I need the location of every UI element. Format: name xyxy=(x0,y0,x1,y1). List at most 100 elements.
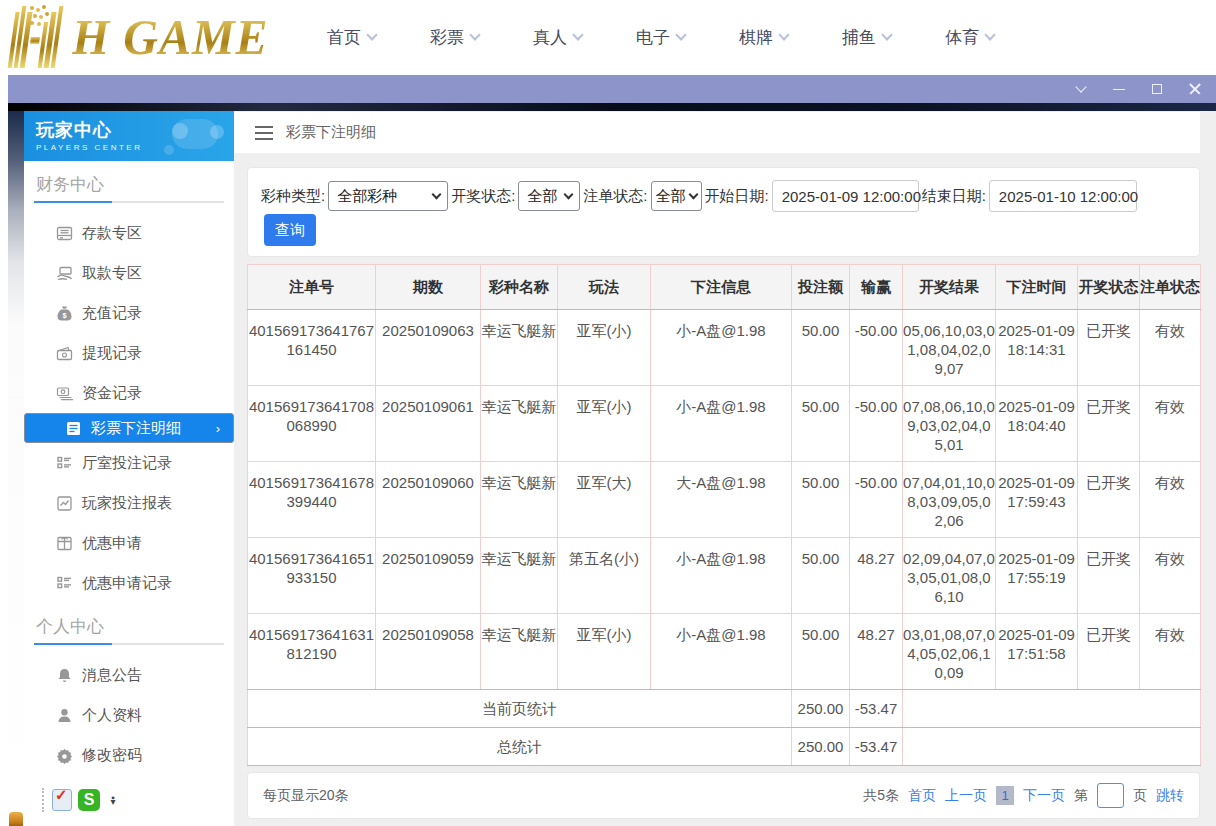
prev-page-link[interactable]: 上一页 xyxy=(945,787,987,805)
chevron-down-icon xyxy=(984,29,995,40)
sidebar-item-label: 资金记录 xyxy=(82,384,142,403)
cashout-record-icon xyxy=(56,345,73,362)
window-dropdown-icon[interactable] xyxy=(1074,82,1088,96)
table-cell: -50.00 xyxy=(850,462,903,538)
sidebar-item[interactable]: 优惠申请记录› xyxy=(24,563,234,603)
bet-status-select[interactable]: 全部 xyxy=(651,181,702,211)
window-controls xyxy=(1074,75,1202,103)
column-header: 玩法 xyxy=(558,265,651,310)
chevron-right-icon: › xyxy=(216,421,220,436)
table-cell: 2025-01-09 18:14:31 xyxy=(996,310,1078,386)
chevron-down-icon xyxy=(881,29,892,40)
table-cell: 已开奖 xyxy=(1078,386,1140,462)
table-row: 40156917364163181219020250109058幸运飞艇新亚军(… xyxy=(248,614,1201,690)
column-header: 输赢 xyxy=(850,265,903,310)
sidebar-item[interactable]: 厅室投注记录› xyxy=(24,443,234,483)
column-header: 注单状态 xyxy=(1140,265,1201,310)
window-maximize-icon[interactable] xyxy=(1150,82,1164,96)
search-button[interactable]: 查询 xyxy=(264,214,316,246)
column-header: 下注时间 xyxy=(996,265,1078,310)
window-titlebar xyxy=(8,75,1216,103)
toolbar-drag-handle[interactable] xyxy=(42,788,46,812)
sidebar-item-label: 提现记录 xyxy=(82,344,142,363)
table-cell: 幸运飞艇新 xyxy=(481,614,558,690)
table-cell: 幸运飞艇新 xyxy=(481,538,558,614)
table-cell: 2025-01-09 18:04:40 xyxy=(996,386,1078,462)
first-page-link[interactable]: 首页 xyxy=(908,787,936,805)
pagination-panel: 每页显示20条 共5条 首页 上一页 1 下一页 第 页 跳转 xyxy=(247,772,1200,819)
jump-link[interactable]: 跳转 xyxy=(1156,787,1184,805)
menu-toggle-icon[interactable] xyxy=(255,126,273,140)
nav-item-label: 首页 xyxy=(327,26,361,49)
table-cell: 50.00 xyxy=(792,614,850,690)
table-header-row: 注单号期数彩种名称玩法下注信息投注额输赢开奖结果下注时间开奖状态注单状态 xyxy=(248,265,1201,310)
table-cell: 小-A盘@1.98 xyxy=(651,386,792,462)
sidebar-item[interactable]: 彩票下注明细› xyxy=(24,413,234,443)
nav-item-2[interactable]: 彩票 xyxy=(403,26,506,49)
table-cell: 亚军(小) xyxy=(558,614,651,690)
sidebar-item[interactable]: 存款专区› xyxy=(24,213,234,253)
next-page-link[interactable]: 下一页 xyxy=(1023,787,1065,805)
logo-text: H GAME xyxy=(72,8,268,66)
table-cell: 小-A盘@1.98 xyxy=(651,310,792,386)
sidebar-item[interactable]: 个人资料› xyxy=(24,695,234,735)
sidebar-item[interactable]: 取款专区› xyxy=(24,253,234,293)
table-cell: 有效 xyxy=(1140,538,1201,614)
table-cell: -50.00 xyxy=(850,386,903,462)
toolbar-more-icon[interactable]: ▪▾ xyxy=(108,796,118,804)
nav-item-6[interactable]: 捕鱼 xyxy=(815,26,918,49)
site-logo[interactable]: H GAME xyxy=(12,4,273,70)
table-cell: 07,08,06,10,09,03,02,04,05,01 xyxy=(903,386,996,462)
table-cell: 亚军(小) xyxy=(558,386,651,462)
sidebar-item-label: 厅室投注记录 xyxy=(82,454,172,473)
sidebar-item[interactable]: 消息公告› xyxy=(24,655,234,695)
table-cell: 小-A盘@1.98 xyxy=(651,614,792,690)
message-icon xyxy=(56,667,73,684)
summary-label: 当前页统计 xyxy=(248,690,792,728)
nav-item-4[interactable]: 电子 xyxy=(609,26,712,49)
table-cell: 有效 xyxy=(1140,386,1201,462)
nav-item-3[interactable]: 真人 xyxy=(506,26,609,49)
column-header: 期数 xyxy=(376,265,481,310)
sidebar-item[interactable]: 提现记录› xyxy=(24,333,234,373)
current-page[interactable]: 1 xyxy=(996,786,1014,805)
main-nav: 首页 彩票真人电子棋牌捕鱼体育 xyxy=(300,0,1021,75)
sidebar-item-label: 修改密码 xyxy=(82,746,142,765)
page-number-input[interactable] xyxy=(1097,783,1124,808)
table-cell: 小-A盘@1.98 xyxy=(651,538,792,614)
table-cell: 02,09,04,07,03,05,01,08,06,10 xyxy=(903,538,996,614)
table-cell: 已开奖 xyxy=(1078,614,1140,690)
chevron-down-icon xyxy=(564,190,574,200)
page-header: 彩票下注明细 xyxy=(234,112,1200,153)
sidebar-item[interactable]: 玩家投注报表› xyxy=(24,483,234,523)
sidebar-item[interactable]: 资金记录› xyxy=(24,373,234,413)
per-page-label: 每页显示20条 xyxy=(263,787,349,805)
wps-doc-icon[interactable] xyxy=(52,789,72,811)
table-cell: 亚军(小) xyxy=(558,310,651,386)
sidebar-item[interactable]: 修改密码› xyxy=(24,735,234,775)
end-date-input[interactable]: 2025-01-10 12:00:00 xyxy=(989,180,1137,212)
draw-status-select[interactable]: 全部 xyxy=(518,181,580,211)
sogou-input-icon[interactable]: S xyxy=(78,789,100,811)
window-minimize-icon[interactable] xyxy=(1112,82,1126,96)
section-underline xyxy=(34,643,224,645)
nav-item-7[interactable]: 体育 xyxy=(918,26,1021,49)
withdraw-icon xyxy=(56,265,73,282)
recharge-record-icon: $ xyxy=(56,305,73,322)
start-date-input[interactable]: 2025-01-09 12:00:00 xyxy=(772,180,919,212)
summary-row: 当前页统计250.00-53.47 xyxy=(248,690,1201,728)
table-cell: 有效 xyxy=(1140,614,1201,690)
table-cell: 401569173641678399440 xyxy=(248,462,376,538)
end-date-label: 结束日期: xyxy=(922,187,986,206)
window-close-icon[interactable] xyxy=(1188,82,1202,96)
sidebar-item[interactable]: $充值记录› xyxy=(24,293,234,333)
table-cell: 20250109058 xyxy=(376,614,481,690)
nav-item-1[interactable]: 首页 xyxy=(300,26,403,49)
table-cell: 2025-01-09 17:59:43 xyxy=(996,462,1078,538)
summary-empty xyxy=(903,728,1201,766)
table-cell: 48.27 xyxy=(850,538,903,614)
sidebar-section-title: 个人中心 xyxy=(24,603,234,639)
nav-item-5[interactable]: 棋牌 xyxy=(712,26,815,49)
sidebar-item[interactable]: 优惠申请› xyxy=(24,523,234,563)
lottery-type-select[interactable]: 全部彩种 xyxy=(328,181,448,211)
